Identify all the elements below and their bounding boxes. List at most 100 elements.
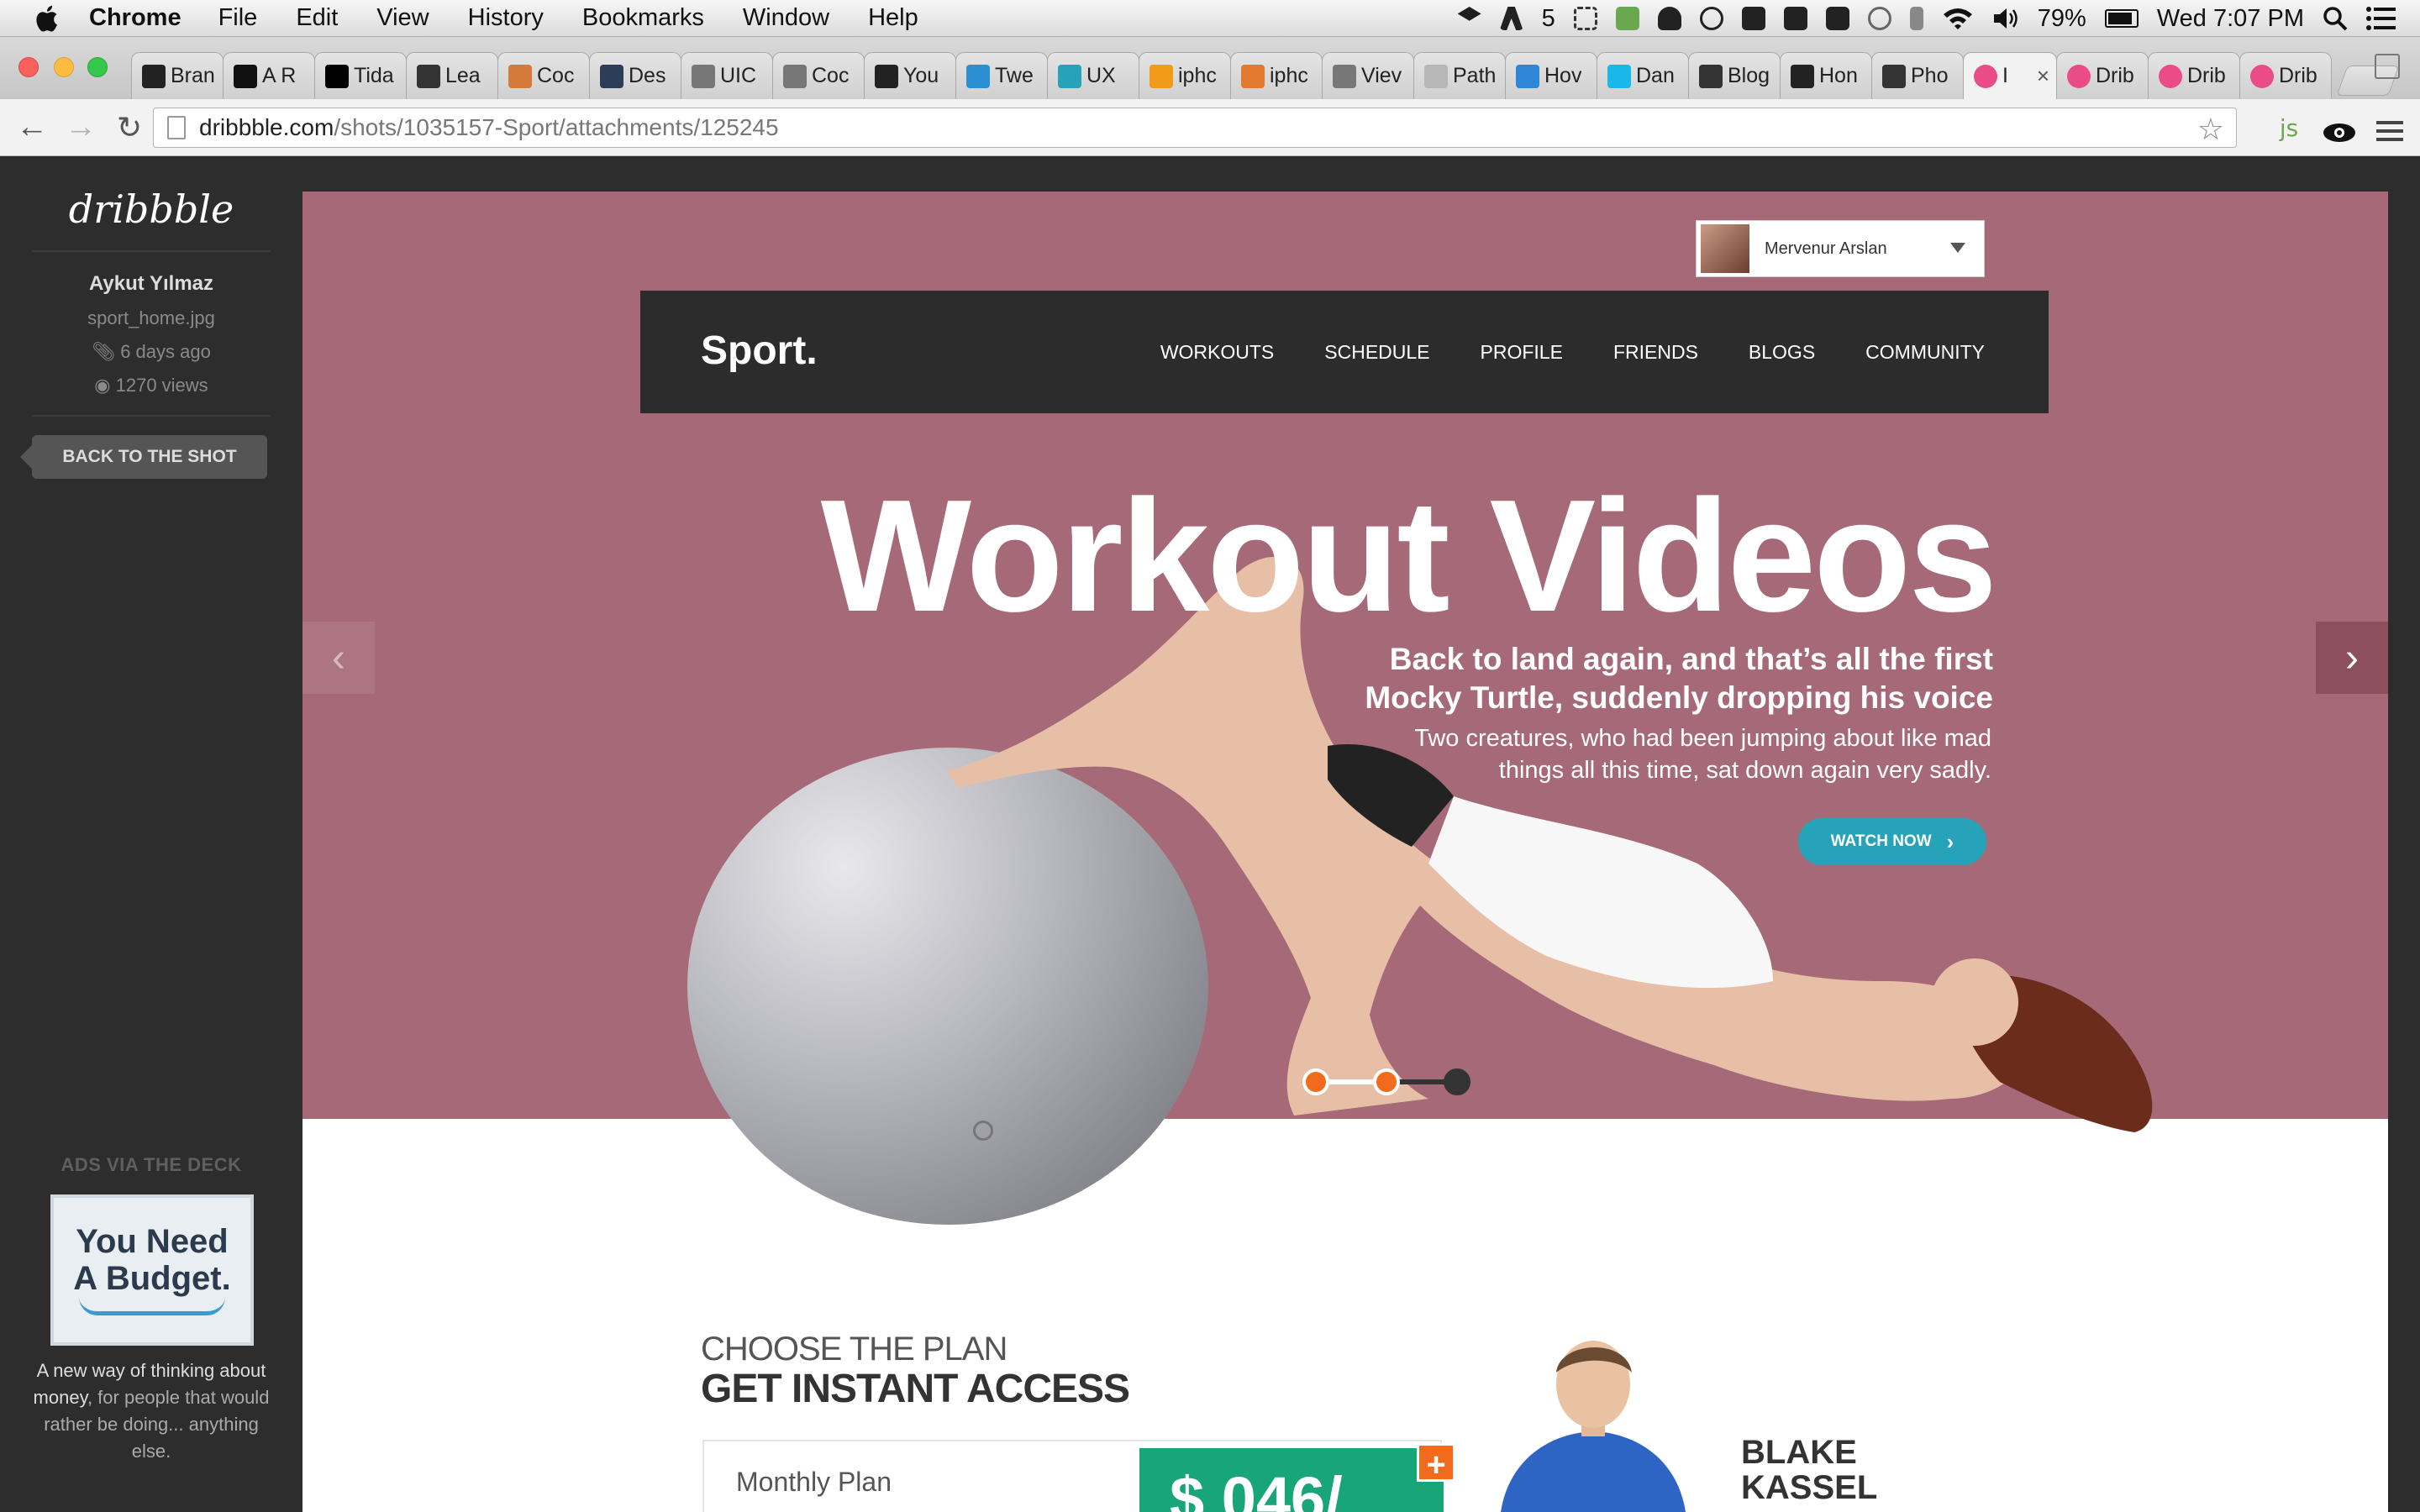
eye-extension-icon[interactable] bbox=[2323, 118, 2356, 148]
browser-tab[interactable]: Path bbox=[1413, 52, 1506, 99]
menu-edit[interactable]: Edit bbox=[296, 4, 338, 32]
browser-tab[interactable]: Hov bbox=[1505, 52, 1597, 99]
browser-tab[interactable]: A R bbox=[223, 52, 315, 99]
adobe-icon[interactable] bbox=[1499, 7, 1523, 30]
trainer-last-name: KASSEL bbox=[1741, 1469, 1878, 1506]
cloud-icon[interactable] bbox=[1657, 7, 1681, 30]
slider-dot[interactable] bbox=[1444, 1068, 1470, 1095]
javascript-extension-icon[interactable]: js bbox=[2274, 113, 2304, 143]
browser-tab[interactable]: UIC bbox=[681, 52, 773, 99]
back-arrow-icon[interactable]: ← bbox=[15, 109, 49, 144]
apple-icon[interactable] bbox=[32, 3, 64, 34]
nav-friends[interactable]: FRIENDS bbox=[1613, 341, 1698, 364]
battery-icon[interactable] bbox=[2104, 9, 2139, 28]
window-zoom-button[interactable] bbox=[87, 57, 108, 77]
bluetooth-icon[interactable] bbox=[1909, 7, 1923, 30]
tab-close-icon[interactable]: × bbox=[2037, 63, 2049, 89]
attachment-age: 📎︎ 6 days ago bbox=[32, 341, 271, 363]
browser-tab[interactable]: You bbox=[864, 52, 956, 99]
notification-center-icon[interactable] bbox=[2366, 6, 2396, 31]
box-icon[interactable] bbox=[1741, 7, 1765, 30]
author-name[interactable]: Aykut Yılmaz bbox=[32, 272, 271, 296]
ad-text-2: money bbox=[33, 1387, 87, 1408]
tab-favicon-icon bbox=[1058, 64, 1081, 88]
spotlight-icon[interactable] bbox=[2323, 6, 2348, 31]
reload-icon[interactable]: ↻ bbox=[113, 110, 146, 144]
chevron-down-icon bbox=[1950, 243, 1965, 253]
tab-favicon-icon bbox=[1791, 64, 1814, 88]
wifi-icon[interactable] bbox=[1942, 6, 1974, 31]
user-dropdown[interactable]: Mervenur Arslan bbox=[1696, 220, 1985, 277]
menu-app-name[interactable]: Chrome bbox=[89, 4, 182, 32]
menu-help[interactable]: Help bbox=[868, 4, 918, 32]
browser-tab[interactable]: Drib bbox=[2148, 52, 2240, 99]
tab-title: UIC bbox=[720, 64, 757, 87]
site-logo[interactable]: Sport. bbox=[701, 328, 818, 374]
window-minimize-button[interactable] bbox=[54, 57, 74, 77]
url-host: dribbble.com bbox=[199, 114, 334, 140]
menu-history[interactable]: History bbox=[468, 4, 544, 32]
browser-tab[interactable]: Coc bbox=[772, 52, 865, 99]
fullscreen-icon[interactable] bbox=[2375, 54, 2400, 79]
browser-tab[interactable]: Des bbox=[589, 52, 681, 99]
browser-tab[interactable]: Pho bbox=[1871, 52, 1964, 99]
ad-banner-image[interactable]: You Need A Budget. bbox=[50, 1194, 254, 1346]
tab-title: Hon bbox=[1819, 64, 1858, 87]
nav-profile[interactable]: PROFILE bbox=[1481, 341, 1563, 364]
tab-title: Dan bbox=[1636, 64, 1675, 87]
browser-tab[interactable]: Drib bbox=[2056, 52, 2149, 99]
menu-bookmarks[interactable]: Bookmarks bbox=[582, 4, 704, 32]
slider-dot[interactable] bbox=[1302, 1068, 1329, 1095]
time-machine-icon[interactable] bbox=[1867, 7, 1891, 30]
browser-tab[interactable]: Tida bbox=[314, 52, 407, 99]
browser-tab[interactable]: Drib bbox=[2239, 52, 2332, 99]
watch-now-button[interactable]: WATCH NOW › bbox=[1798, 818, 1986, 865]
nav-workouts[interactable]: WORKOUTS bbox=[1160, 341, 1274, 364]
address-url[interactable]: dribbble.com/shots/1035157-Sport/attachm… bbox=[199, 114, 779, 141]
menu-view[interactable]: View bbox=[376, 4, 429, 32]
browser-tab[interactable]: iphc bbox=[1139, 52, 1231, 99]
eye-icon: ◉ bbox=[94, 375, 116, 396]
nav-blogs[interactable]: BLOGS bbox=[1749, 341, 1815, 364]
browser-tab[interactable]: Twe bbox=[955, 52, 1048, 99]
check-icon[interactable] bbox=[1825, 7, 1849, 30]
menu-window[interactable]: Window bbox=[743, 4, 829, 32]
monthly-plan-card[interactable]: Monthly Plan $ 046/ + bbox=[702, 1440, 1455, 1512]
nav-community[interactable]: COMMUNITY bbox=[1865, 341, 1985, 364]
browser-tab[interactable]: Viev bbox=[1322, 52, 1414, 99]
tab-favicon-icon bbox=[1333, 64, 1356, 88]
menu-file[interactable]: File bbox=[218, 4, 258, 32]
dribbble-logo[interactable]: dribbble bbox=[32, 186, 271, 232]
chrome-menu-icon[interactable] bbox=[2376, 116, 2403, 146]
browser-tab[interactable]: I × bbox=[1963, 52, 2057, 99]
elephant-icon[interactable] bbox=[1783, 7, 1807, 30]
nav-schedule[interactable]: SCHEDULE bbox=[1324, 341, 1429, 364]
screenshot-icon[interactable] bbox=[1573, 7, 1597, 30]
browser-tab[interactable]: Dan bbox=[1597, 52, 1689, 99]
menu-clock[interactable]: Wed 7:07 PM bbox=[2157, 5, 2304, 33]
slider-dot[interactable] bbox=[1373, 1068, 1400, 1095]
browser-tab[interactable]: Coc bbox=[497, 52, 590, 99]
bookmark-star-icon[interactable]: ☆ bbox=[2197, 112, 2224, 147]
address-bar[interactable]: dribbble.com/shots/1035157-Sport/attachm… bbox=[153, 108, 2237, 148]
tab-favicon-icon bbox=[325, 64, 349, 88]
back-to-shot-button[interactable]: BACK TO THE SHOT bbox=[20, 435, 267, 479]
browser-tab[interactable]: Hon bbox=[1780, 52, 1872, 99]
browser-tab[interactable]: UX bbox=[1047, 52, 1139, 99]
dropbox-icon[interactable] bbox=[1457, 7, 1481, 21]
watch-now-label: WATCH NOW bbox=[1830, 832, 1932, 850]
browser-tab[interactable]: iphc bbox=[1230, 52, 1323, 99]
sync-icon[interactable] bbox=[1699, 7, 1723, 30]
forward-arrow-icon[interactable]: → bbox=[64, 109, 97, 144]
volume-icon[interactable] bbox=[1992, 7, 2019, 30]
browser-tab[interactable]: Bran bbox=[131, 52, 224, 99]
slider-prev-arrow[interactable]: ‹ bbox=[302, 622, 375, 694]
evernote-icon[interactable] bbox=[1615, 7, 1639, 30]
window-close-button[interactable] bbox=[18, 57, 39, 77]
slider-next-arrow[interactable]: › bbox=[2316, 622, 2388, 694]
ad-description[interactable]: A new way of thinking about money, for pe… bbox=[32, 1357, 271, 1465]
browser-tab[interactable]: Blog bbox=[1688, 52, 1781, 99]
browser-tab[interactable]: Lea bbox=[406, 52, 498, 99]
attachment-age-text: 6 days ago bbox=[120, 341, 211, 362]
plus-icon[interactable]: + bbox=[1417, 1443, 1455, 1483]
